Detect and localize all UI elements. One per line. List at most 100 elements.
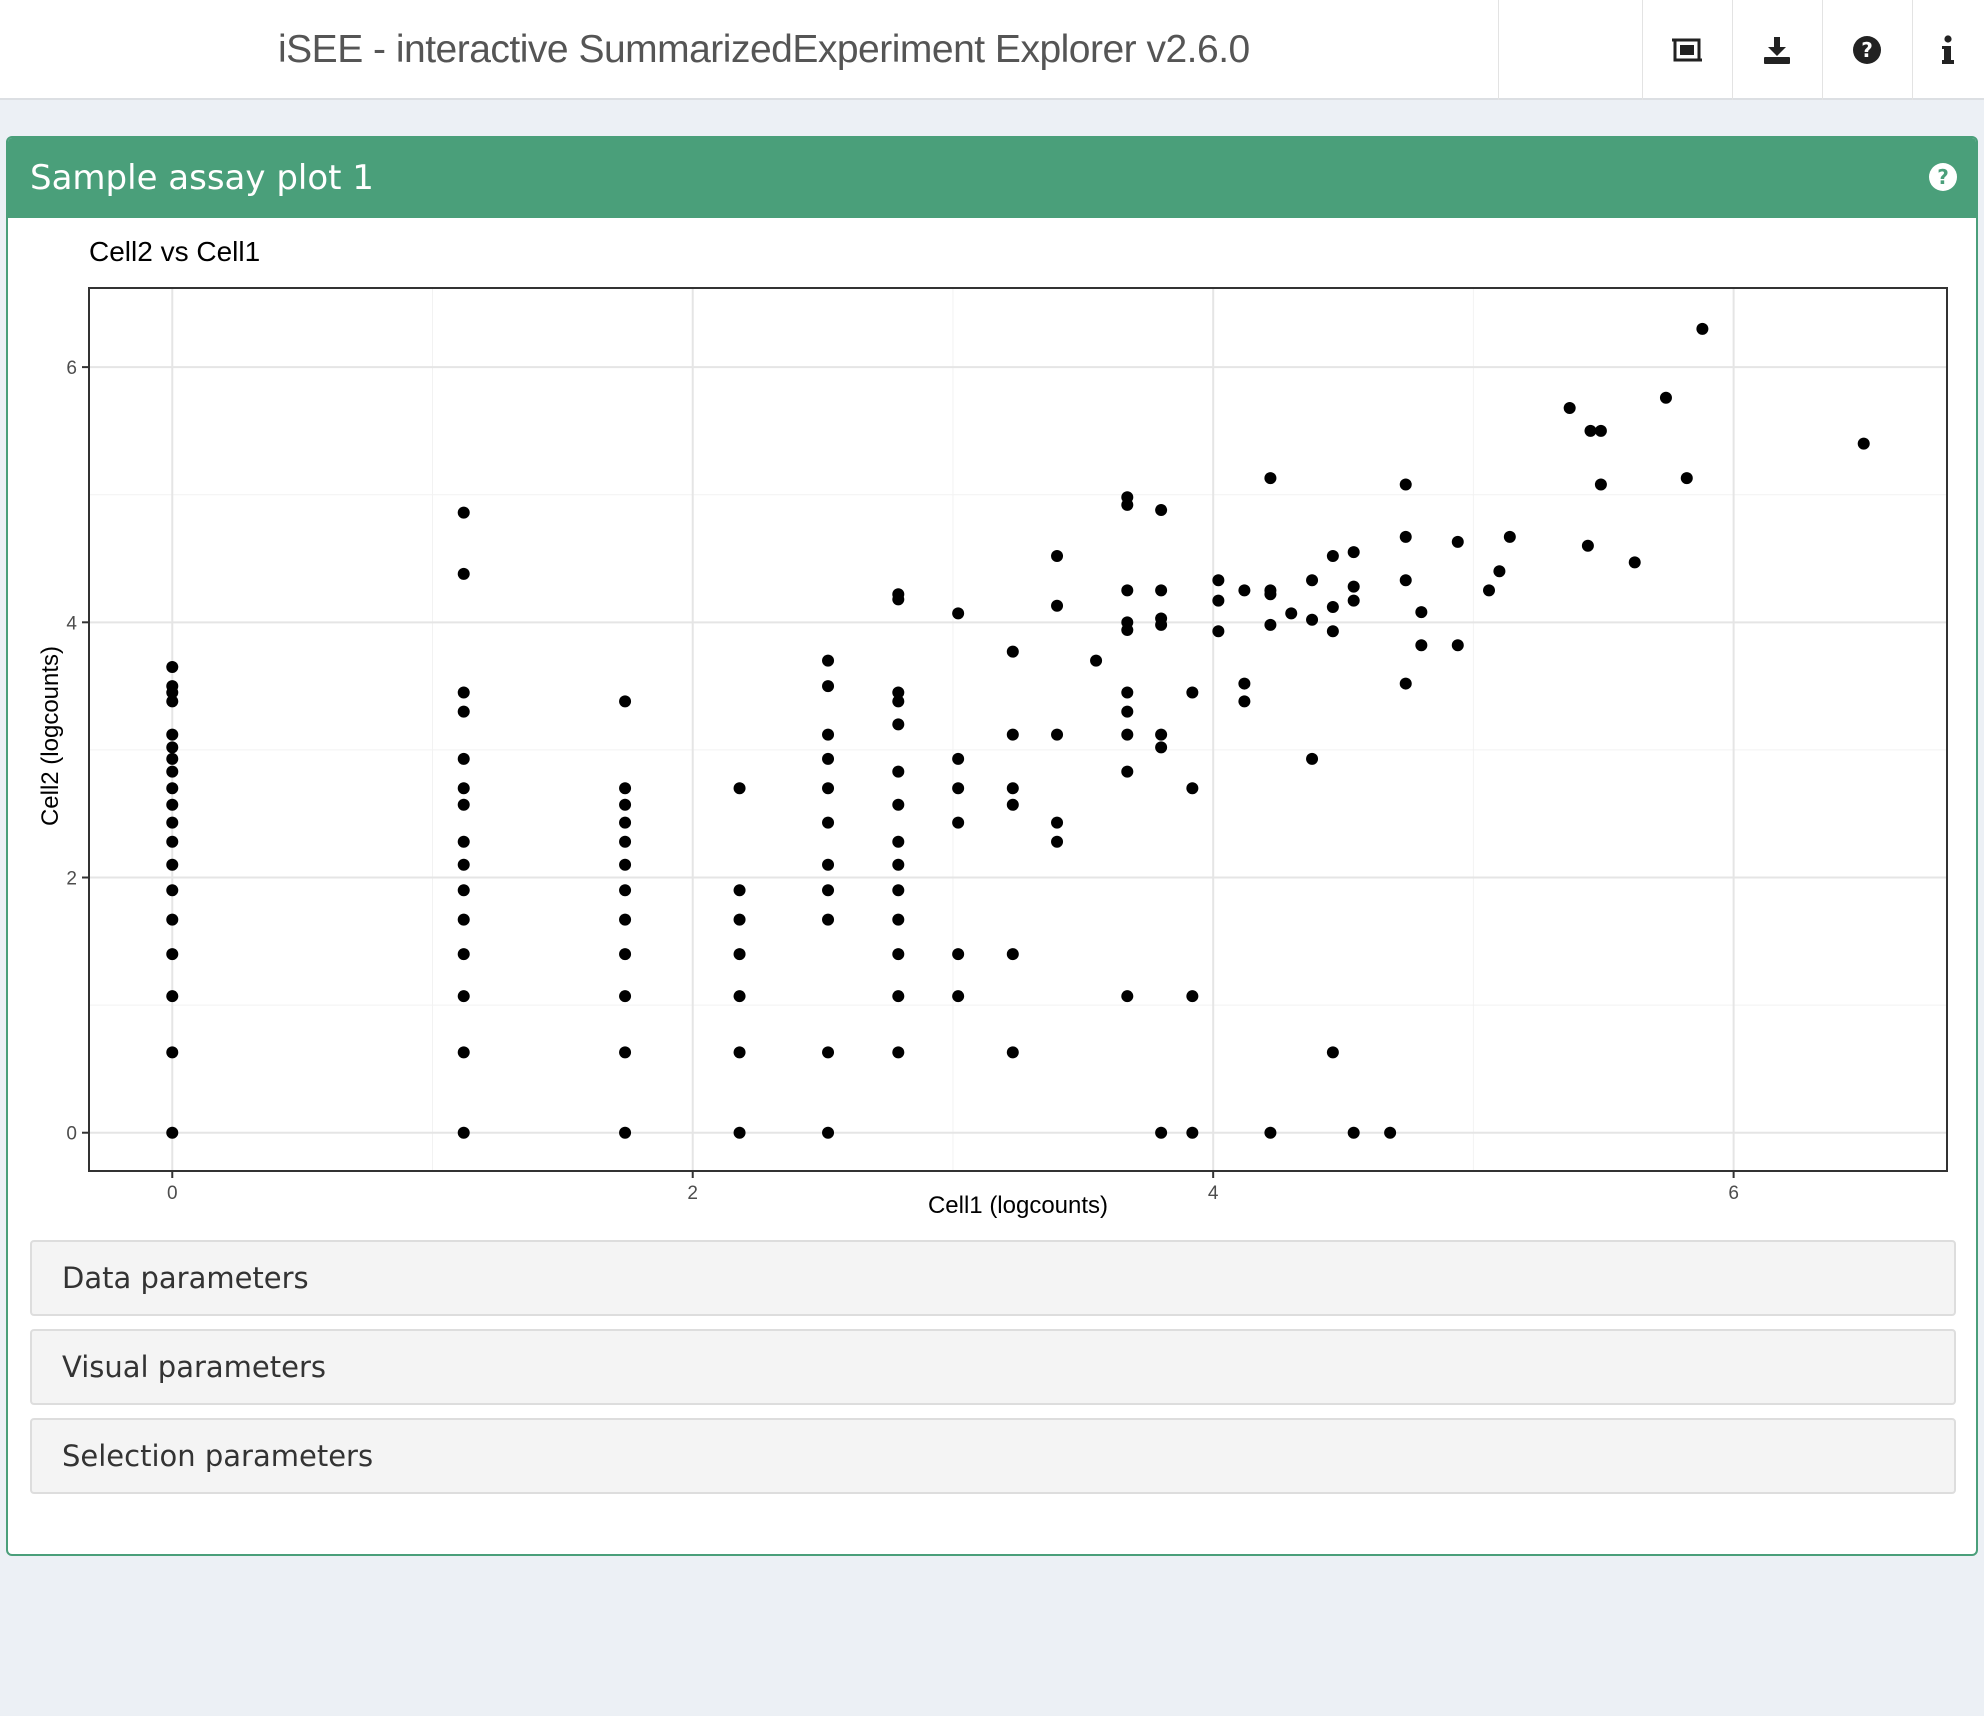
data-point xyxy=(166,680,179,693)
visual-parameters-section[interactable]: Visual parameters xyxy=(30,1329,1956,1405)
question-circle-icon[interactable]: ? xyxy=(1928,162,1958,192)
data-point xyxy=(892,765,905,778)
data-point xyxy=(1594,424,1607,437)
data-point xyxy=(1584,424,1597,437)
y-tick-label: 2 xyxy=(66,869,77,890)
data-point xyxy=(822,884,835,897)
data-point xyxy=(952,607,965,620)
data-point xyxy=(457,686,470,699)
download-icon xyxy=(1764,37,1790,64)
data-point xyxy=(1451,535,1464,548)
data-point xyxy=(457,705,470,718)
data-point xyxy=(1212,594,1225,607)
panel-title: Sample assay plot 1 xyxy=(30,158,374,198)
data-point xyxy=(822,1046,835,1059)
data-point xyxy=(892,798,905,811)
data-point xyxy=(457,948,470,961)
data-point xyxy=(1285,607,1298,620)
section-label: Data parameters xyxy=(62,1261,309,1295)
data-point xyxy=(1483,584,1496,597)
help-tour-button[interactable]: ? xyxy=(1822,0,1912,100)
selection-parameters-section[interactable]: Selection parameters xyxy=(30,1418,1956,1494)
data-point xyxy=(733,1126,746,1139)
data-point xyxy=(1264,472,1277,485)
data-point xyxy=(822,816,835,829)
data-point xyxy=(1186,990,1199,1003)
data-point xyxy=(1347,594,1360,607)
app-title: iSEE - interactive SummarizedExperiment … xyxy=(278,28,1250,71)
data-point xyxy=(457,990,470,1003)
data-point xyxy=(166,858,179,871)
data-point xyxy=(822,913,835,926)
data-point xyxy=(1451,639,1464,652)
data-point xyxy=(952,752,965,765)
scatter-plot[interactable]: Cell2 vs Cell1 0 2 4 6 0 2 4 6 Cell1 (logcounts… xyxy=(8,218,1976,1219)
data-point xyxy=(1155,584,1168,597)
x-axis-label: Cell1 (logcounts) xyxy=(928,1192,1108,1218)
data-point xyxy=(822,752,835,765)
section-label: Visual parameters xyxy=(62,1350,327,1384)
data-point xyxy=(1581,539,1594,552)
info-button[interactable] xyxy=(1912,0,1984,100)
data-point xyxy=(1051,835,1064,848)
data-point xyxy=(1563,401,1576,414)
data-point xyxy=(1384,1126,1397,1139)
data-parameters-section[interactable]: Data parameters xyxy=(30,1240,1956,1316)
data-point xyxy=(1155,1126,1168,1139)
data-point xyxy=(892,1046,905,1059)
data-point xyxy=(457,506,470,519)
screenshot-button[interactable] xyxy=(1642,0,1732,100)
data-point xyxy=(1051,728,1064,741)
data-point xyxy=(457,884,470,897)
data-point xyxy=(892,686,905,699)
data-point xyxy=(1399,574,1412,587)
data-point xyxy=(166,816,179,829)
data-point xyxy=(457,782,470,795)
data-point xyxy=(733,990,746,1003)
data-point xyxy=(1121,616,1134,629)
top-bar: iSEE - interactive SummarizedExperiment … xyxy=(0,0,1984,100)
data-point xyxy=(457,567,470,580)
data-point xyxy=(892,884,905,897)
data-point xyxy=(166,728,179,741)
data-point xyxy=(1696,322,1709,335)
data-point xyxy=(1238,695,1251,708)
data-point xyxy=(457,835,470,848)
x-tick-label: 2 xyxy=(687,1183,698,1204)
header-divider xyxy=(1498,0,1499,100)
axis-ticks: 0 2 4 6 0 2 4 6 xyxy=(66,358,1738,1204)
data-point xyxy=(619,948,632,961)
data-point xyxy=(1326,549,1339,562)
data-point xyxy=(1306,613,1319,626)
plot-area[interactable]: Cell2 vs Cell1 0 2 4 6 0 2 4 6 Cell1 (logcounts… xyxy=(8,218,1976,1223)
grid-minor xyxy=(89,288,1947,1171)
y-tick-label: 0 xyxy=(66,1124,77,1145)
svg-text:?: ? xyxy=(1937,165,1949,189)
data-point xyxy=(733,884,746,897)
data-point xyxy=(1121,990,1134,1003)
data-point xyxy=(1326,1046,1339,1059)
data-point xyxy=(1121,584,1134,597)
data-point xyxy=(1121,765,1134,778)
data-point xyxy=(619,695,632,708)
x-tick-label: 0 xyxy=(167,1183,178,1204)
data-point xyxy=(166,948,179,961)
data-point xyxy=(1006,728,1019,741)
data-point xyxy=(166,741,179,754)
data-point xyxy=(1006,645,1019,658)
download-button[interactable] xyxy=(1732,0,1822,100)
data-point xyxy=(1186,1126,1199,1139)
data-point xyxy=(619,1126,632,1139)
data-point xyxy=(1121,491,1134,504)
data-point xyxy=(1347,1126,1360,1139)
x-tick-label: 4 xyxy=(1208,1183,1219,1204)
data-point xyxy=(822,680,835,693)
panel-header: Sample assay plot 1 ? xyxy=(8,138,1976,218)
data-point xyxy=(1051,549,1064,562)
data-point xyxy=(1121,728,1134,741)
data-point xyxy=(1415,606,1428,619)
data-point xyxy=(733,1046,746,1059)
data-point xyxy=(1399,530,1412,543)
data-point xyxy=(1399,677,1412,690)
data-point xyxy=(166,752,179,765)
